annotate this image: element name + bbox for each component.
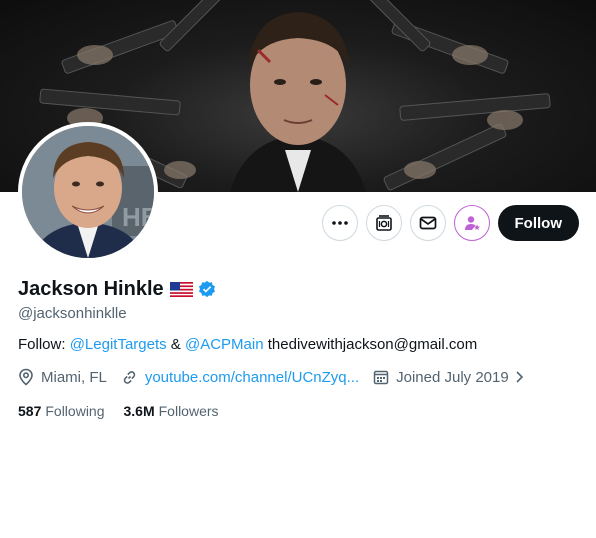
followers-count: 3.6M [123, 403, 155, 419]
calendar-icon [373, 370, 389, 385]
avatar-image: HB [22, 126, 154, 258]
envelope-icon [419, 216, 436, 230]
following-count: 587 [18, 403, 42, 419]
profile-meta: Miami, FL youtube.com/channel/UCnZyq... [18, 368, 525, 386]
profile-header: HB [0, 0, 596, 425]
profile-bio: Follow: @LegitTargets & @ACPMain thedive… [18, 336, 477, 353]
bio-text: & [166, 336, 185, 353]
bio-mention-legittargets[interactable]: @LegitTargets [70, 336, 167, 353]
us-flag-icon [169, 281, 193, 297]
link-icon [123, 370, 136, 384]
bio-email: thedivewithjackson@gmail.com [263, 336, 478, 353]
joined-text: Joined July 2019 [396, 368, 509, 386]
more-icon [331, 221, 348, 225]
follow-button[interactable]: Follow [497, 205, 579, 241]
location-item: Miami, FL [18, 368, 107, 386]
more-button[interactable] [321, 205, 358, 241]
joined-item[interactable]: Joined July 2019 [373, 369, 525, 386]
website-link[interactable]: youtube.com/channel/UCnZyq... [145, 369, 359, 386]
notify-button[interactable] [453, 205, 490, 241]
person-star-icon [464, 216, 480, 230]
name-row: Jackson Hinkle [18, 277, 216, 301]
followers-count-link[interactable]: 3.6M Followers [124, 403, 219, 419]
svg-text:HB: HB [122, 202, 154, 232]
subscribe-button[interactable] [365, 205, 402, 241]
subscribe-icon [375, 215, 392, 231]
user-handle: @jacksonhinklle [18, 305, 127, 322]
followers-label: Followers [158, 403, 219, 419]
follow-counts: 587 Following 3.6M Followers [18, 403, 238, 419]
following-count-link[interactable]: 587 Following [18, 403, 105, 419]
following-label: Following [45, 403, 105, 419]
message-button[interactable] [409, 205, 446, 241]
display-name: Jackson Hinkle [18, 277, 164, 300]
profile-actions: Follow [321, 205, 579, 241]
profile-avatar[interactable]: HB [18, 122, 158, 262]
location-text: Miami, FL [41, 368, 107, 386]
verified-badge-icon[interactable] [198, 280, 216, 298]
chevron-right-icon [516, 371, 523, 383]
bio-text: Follow: [18, 336, 70, 353]
bio-mention-acpmain[interactable]: @ACPMain [185, 336, 264, 353]
website-item[interactable]: youtube.com/channel/UCnZyq... [121, 369, 359, 386]
location-pin-icon [19, 368, 33, 386]
